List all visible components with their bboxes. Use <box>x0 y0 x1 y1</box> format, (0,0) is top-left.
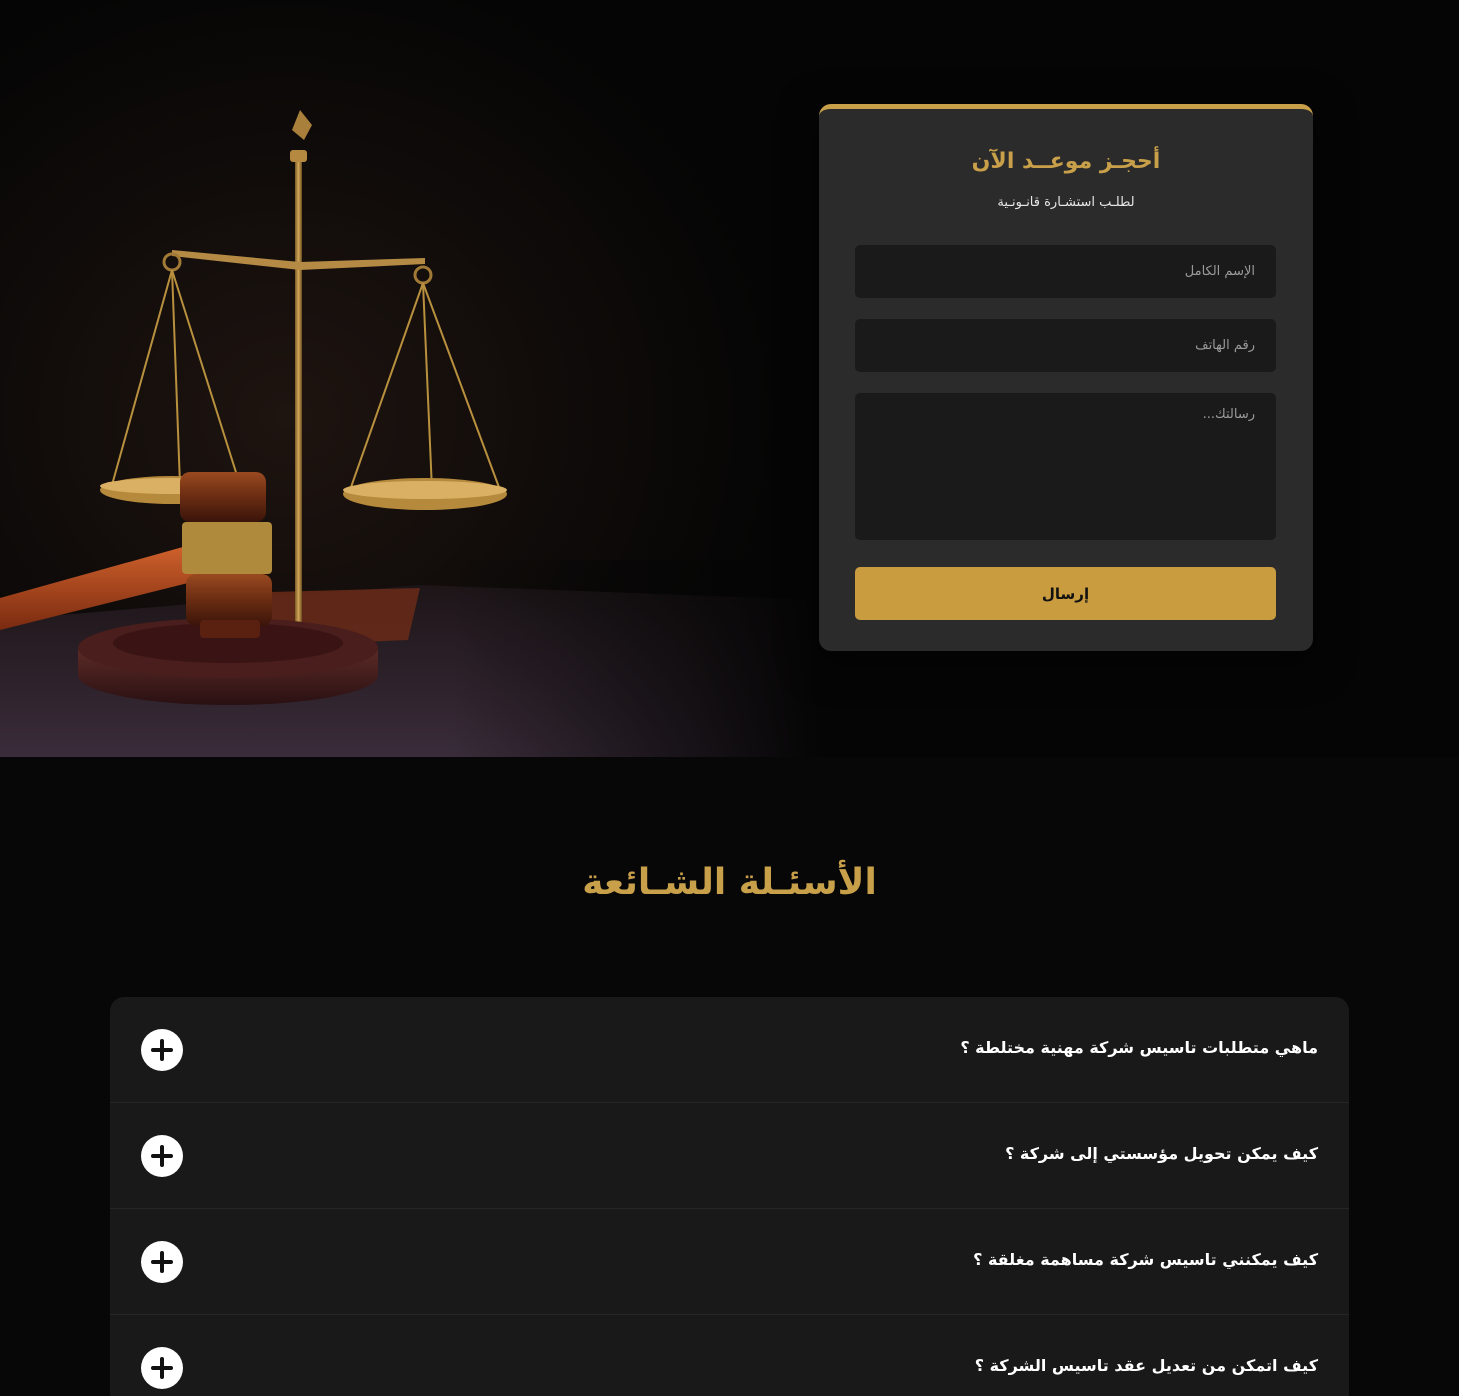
plus-icon[interactable] <box>141 1347 183 1389</box>
faq-accordion: ماهي متطلبات تاسيس شركة مهنية مختلطة ؟ ك… <box>110 997 1349 1396</box>
faq-item[interactable]: ماهي متطلبات تاسيس شركة مهنية مختلطة ؟ <box>110 997 1349 1103</box>
full-name-input[interactable] <box>855 245 1276 298</box>
scales-and-gavel-image <box>0 0 820 757</box>
plus-icon[interactable] <box>141 1135 183 1177</box>
faq-title: الأسئـلة الشـائعة <box>582 862 877 903</box>
faq-item[interactable]: كيف يمكنني تاسيس شركة مساهمة مغلقة ؟ <box>110 1209 1349 1315</box>
submit-button[interactable]: إرسال <box>855 567 1276 620</box>
plus-icon[interactable] <box>141 1241 183 1283</box>
booking-form-card: أحجـز موعــد الآن لطلـب استشـارة قانـونـ… <box>819 104 1313 651</box>
faq-item[interactable]: كيف يمكن تحويل مؤسستي إلى شركة ؟ <box>110 1103 1349 1209</box>
hero-section: أحجـز موعــد الآن لطلـب استشـارة قانـونـ… <box>0 0 1459 757</box>
booking-subtitle: لطلـب استشـارة قانـونـية <box>997 195 1135 210</box>
faq-item[interactable]: كيف اتمكن من تعديل عقد تاسيس الشركة ؟ <box>110 1315 1349 1396</box>
plus-icon[interactable] <box>141 1029 183 1071</box>
faq-question: كيف يمكنني تاسيس شركة مساهمة مغلقة ؟ <box>973 1250 1318 1269</box>
faq-question: كيف يمكن تحويل مؤسستي إلى شركة ؟ <box>1005 1144 1318 1163</box>
message-textarea[interactable] <box>855 393 1276 540</box>
booking-title: أحجـز موعــد الآن <box>971 149 1161 174</box>
faq-question: كيف اتمكن من تعديل عقد تاسيس الشركة ؟ <box>974 1356 1318 1375</box>
phone-input[interactable] <box>855 319 1276 372</box>
faq-question: ماهي متطلبات تاسيس شركة مهنية مختلطة ؟ <box>960 1038 1318 1057</box>
